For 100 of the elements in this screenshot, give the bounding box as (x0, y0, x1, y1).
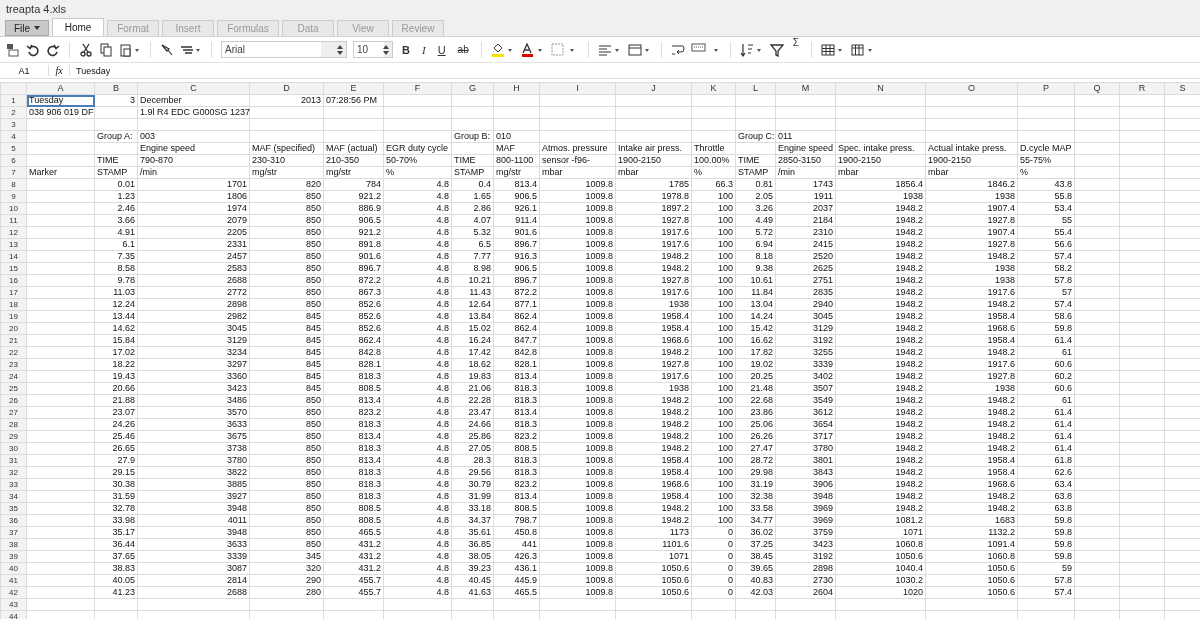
ribbon-tab[interactable]: Home (52, 18, 104, 36)
cell: 59.8 (1054, 323, 1072, 333)
row-number[interactable]: 2 (11, 108, 16, 117)
insert-sheet-icon[interactable] (6, 42, 20, 57)
column-header[interactable]: N (877, 83, 884, 93)
cell: 7.35 (117, 251, 135, 261)
column-header[interactable]: R (1138, 83, 1146, 93)
merge-cells-icon[interactable] (627, 42, 652, 57)
column-header[interactable]: S (1179, 83, 1186, 93)
cell: 4.8 (436, 251, 449, 261)
cell: 823.2 (514, 479, 537, 489)
sort-icon[interactable] (739, 42, 764, 57)
cell: 852.6 (358, 311, 381, 321)
table-icon[interactable] (820, 42, 845, 57)
cell: 61.8 (1054, 455, 1072, 465)
bold-button[interactable]: B (399, 43, 413, 56)
column-header[interactable]: G (469, 83, 476, 93)
cell: Actual intake press. (928, 143, 1007, 153)
cell: 36.85 (468, 539, 491, 549)
cell: 850 (305, 527, 321, 537)
cell: 1948.2 (895, 371, 923, 381)
cell: 450.8 (514, 527, 537, 537)
cell-reference[interactable]: A1 (0, 65, 48, 76)
spinner-icon[interactable] (337, 44, 343, 55)
column-header[interactable]: A (57, 83, 64, 93)
file-menu[interactable]: File (5, 20, 49, 36)
strikethrough-button[interactable]: ab (454, 44, 472, 55)
columns-icon[interactable] (850, 42, 875, 57)
column-header[interactable]: E (350, 83, 357, 93)
column-header[interactable]: M (801, 83, 810, 93)
font-size-field[interactable]: 10 (353, 41, 393, 58)
cell: 1009.8 (585, 551, 613, 561)
cell: EGR duty cycle (386, 143, 449, 153)
paste-icon[interactable] (119, 42, 141, 57)
column-header[interactable]: C (190, 83, 197, 93)
column-header[interactable]: O (968, 83, 975, 93)
cell: 0 (728, 551, 733, 561)
cell: 4.8 (436, 407, 449, 417)
cell: mg/str (252, 167, 277, 177)
cell: 1.65 (473, 191, 491, 201)
row-number[interactable]: 7 (11, 168, 16, 177)
column-header[interactable]: L (753, 83, 758, 93)
cell: 003 (140, 131, 156, 141)
cell: 100 (717, 347, 733, 357)
undo-icon[interactable] (26, 42, 40, 57)
copy-icon[interactable] (99, 42, 113, 57)
row-number[interactable]: 1 (11, 96, 16, 105)
row-number[interactable]: 8 (11, 180, 16, 189)
cell: 57.4 (1054, 587, 1072, 597)
filter-icon[interactable] (769, 42, 784, 57)
row-number[interactable]: 3 (11, 120, 16, 129)
cell: 1050.6 (987, 587, 1015, 597)
underline-button[interactable]: U (434, 43, 449, 56)
column-header[interactable]: F (414, 83, 421, 93)
column-header[interactable]: K (710, 83, 717, 93)
formula-field[interactable]: Tuesday (70, 65, 111, 76)
cell: mbar (928, 167, 949, 177)
cell: Group C: (738, 131, 775, 141)
cell: 3969 (812, 515, 833, 525)
column-header[interactable]: J (651, 83, 656, 93)
cell: 818.3 (358, 479, 381, 489)
wrap-text-icon[interactable] (670, 42, 685, 57)
cell: 1948.2 (987, 395, 1015, 405)
cell: 906.5 (358, 215, 381, 225)
column-header[interactable]: I (576, 83, 579, 93)
row-number[interactable]: 6 (11, 156, 16, 165)
font-field[interactable]: Arial (221, 41, 347, 58)
cell: 1009.8 (585, 203, 613, 213)
row-number[interactable]: 9 (11, 192, 16, 201)
cell: 3234 (226, 347, 247, 357)
cell: 850 (305, 443, 321, 453)
cell: mg/str (496, 167, 521, 177)
cell: 1948.2 (895, 287, 923, 297)
font-color-icon[interactable] (520, 42, 545, 57)
cell: 4.8 (436, 371, 449, 381)
cell: 3759 (812, 527, 833, 537)
cell: 1948.2 (987, 419, 1015, 429)
brush-icon[interactable] (160, 42, 174, 57)
align-icon[interactable] (597, 42, 622, 57)
cell: 1948.2 (661, 503, 689, 513)
cell: 850 (305, 251, 321, 261)
row-number[interactable]: 5 (11, 144, 16, 153)
column-header[interactable]: D (283, 83, 290, 93)
column-header[interactable]: Q (1093, 83, 1101, 93)
redo-icon[interactable] (46, 42, 60, 57)
column-header[interactable]: H (513, 83, 520, 93)
cell: 40.83 (750, 575, 773, 585)
sum-button[interactable]: Σ (789, 37, 802, 48)
spinner-icon[interactable] (383, 44, 389, 55)
cell: 4.8 (436, 467, 449, 477)
cut-icon[interactable] (79, 42, 93, 57)
fill-color-icon[interactable] (490, 42, 515, 57)
column-header[interactable]: B (113, 83, 119, 93)
italic-button[interactable]: I (418, 43, 429, 56)
cell: 842.8 (358, 347, 381, 357)
cell: 818.3 (514, 467, 537, 477)
cell: 1917.6 (987, 359, 1015, 369)
cell: 11.43 (469, 287, 491, 297)
column-header[interactable]: P (1043, 83, 1049, 93)
row-number[interactable]: 4 (11, 132, 16, 141)
